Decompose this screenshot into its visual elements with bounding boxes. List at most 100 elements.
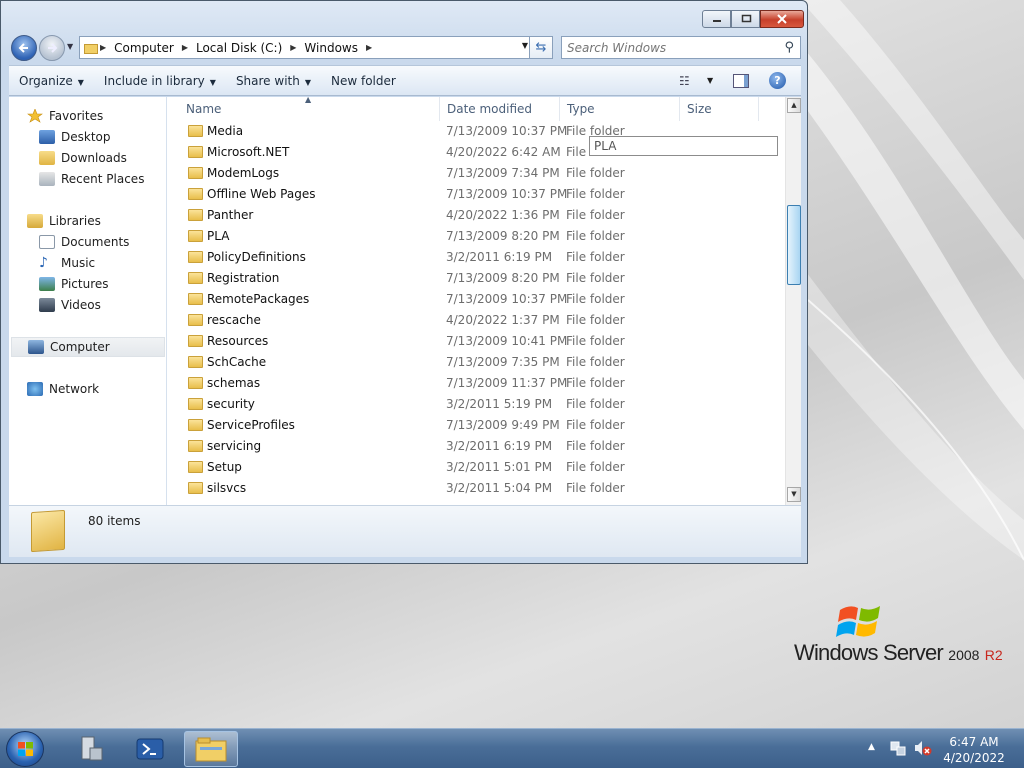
desktop-icon — [39, 130, 55, 144]
folder-icon — [188, 251, 203, 263]
libraries-icon — [27, 214, 43, 228]
sort-ascending-icon: ▲ — [305, 97, 312, 104]
search-input[interactable] — [562, 37, 772, 58]
command-bar: Organize ▼ Include in library ▼ Share with… — [9, 65, 801, 96]
table-row[interactable]: Resources 7/13/2009 10:41 PM File folder — [168, 331, 785, 352]
file-name: ModemLogs — [207, 166, 280, 180]
chevron-down-icon: ▼ — [209, 77, 216, 87]
include-in-library-button[interactable]: Include in library ▼ — [94, 74, 226, 88]
table-row[interactable]: SchCache 7/13/2009 7:35 PM File folder — [168, 352, 785, 373]
folder-icon — [188, 209, 203, 221]
windows-logo-icon — [18, 742, 33, 756]
search-box[interactable]: ⚲ — [561, 36, 801, 59]
start-button[interactable] — [6, 731, 44, 767]
breadcrumb-windows[interactable]: Windows — [298, 41, 364, 55]
nav-downloads[interactable]: Downloads — [39, 148, 127, 168]
volume-muted-icon[interactable] — [914, 740, 932, 756]
nav-network[interactable]: Network — [27, 379, 99, 399]
nav-recent-places-label: Recent Places — [61, 172, 145, 186]
taskbar-powershell[interactable] — [123, 731, 177, 767]
column-date-modified[interactable]: Date modified — [439, 97, 560, 121]
file-type: File folder — [566, 334, 625, 348]
nav-favorites-label: Favorites — [49, 109, 104, 123]
nav-pictures[interactable]: Pictures — [39, 274, 109, 294]
organize-button[interactable]: Organize ▼ — [9, 74, 94, 88]
table-row[interactable]: schemas 7/13/2009 11:37 PM File folder — [168, 373, 785, 394]
file-name: ServiceProfiles — [207, 418, 295, 432]
table-row[interactable]: rescache 4/20/2022 1:37 PM File folder — [168, 310, 785, 331]
folder-icon — [188, 461, 203, 473]
table-row[interactable]: Panther 4/20/2022 1:36 PM File folder — [168, 205, 785, 226]
folder-icon — [188, 125, 203, 137]
minimize-button[interactable] — [702, 10, 731, 28]
downloads-icon — [39, 151, 55, 165]
preview-pane-icon[interactable] — [733, 74, 749, 88]
nav-videos[interactable]: Videos — [39, 295, 101, 315]
chevron-right-icon[interactable]: ▶ — [364, 43, 374, 52]
new-folder-label: New folder — [331, 73, 396, 88]
share-with-button[interactable]: Share with ▼ — [226, 74, 321, 88]
chevron-right-icon[interactable]: ▶ — [98, 43, 108, 52]
search-icon[interactable]: ⚲ — [784, 40, 794, 55]
help-icon[interactable]: ? — [769, 72, 786, 89]
table-row[interactable]: RemotePackages 7/13/2009 10:37 PM File fol… — [168, 289, 785, 310]
refresh-button[interactable]: ⇆ — [529, 36, 553, 59]
vertical-scrollbar[interactable]: ▲ ▼ — [785, 97, 801, 505]
change-view-icon[interactable]: ☷ — [679, 74, 690, 88]
scroll-thumb[interactable] — [787, 205, 801, 285]
taskbar-windows-explorer[interactable] — [184, 731, 238, 767]
table-row[interactable]: Setup 3/2/2011 5:01 PM File folder — [168, 457, 785, 478]
nav-favorites[interactable]: Favorites — [27, 106, 103, 126]
forward-button[interactable] — [39, 35, 65, 61]
navigation-pane: Favorites Desktop Downloads Recent Place… — [9, 97, 167, 505]
breadcrumb-computer[interactable]: Computer — [108, 41, 180, 55]
nav-videos-label: Videos — [61, 298, 101, 312]
folder-icon — [31, 509, 65, 553]
folder-icon — [188, 146, 203, 158]
videos-icon — [39, 298, 55, 312]
chevron-down-icon[interactable]: ▼ — [707, 76, 713, 85]
nav-computer[interactable]: Computer — [11, 337, 165, 357]
file-date-modified: 7/13/2009 10:37 PM — [446, 187, 568, 201]
nav-libraries[interactable]: Libraries — [27, 211, 101, 231]
file-date-modified: 7/13/2009 7:34 PM — [446, 166, 560, 180]
taskbar-server-manager[interactable] — [62, 731, 116, 767]
file-name: Registration — [207, 271, 280, 285]
file-date-modified: 7/13/2009 11:37 PM — [446, 376, 568, 390]
address-bar[interactable]: ▶ Computer ▶ Local Disk (C:) ▶ Windows ▶… — [79, 36, 533, 59]
table-row[interactable]: servicing 3/2/2011 6:19 PM File folder — [168, 436, 785, 457]
table-row[interactable]: silsvcs 3/2/2011 5:04 PM File folder — [168, 478, 785, 499]
table-row[interactable]: Registration 7/13/2009 8:20 PM File folder — [168, 268, 785, 289]
chevron-right-icon[interactable]: ▶ — [180, 43, 190, 52]
scroll-up-button[interactable]: ▲ — [787, 98, 801, 113]
show-hidden-icons-icon[interactable]: ▲ — [868, 742, 875, 752]
table-row[interactable]: ServiceProfiles 7/13/2009 9:49 PM File fol… — [168, 415, 785, 436]
file-type: File folder — [566, 187, 625, 201]
close-button[interactable] — [760, 10, 804, 28]
chevron-down-icon[interactable]: ▼ — [522, 41, 528, 50]
system-clock[interactable]: 6:47 AM 4/20/2022 — [940, 734, 1008, 766]
network-status-icon[interactable] — [890, 740, 906, 756]
nav-documents[interactable]: Documents — [39, 232, 129, 252]
nav-music[interactable]: ♪ Music — [39, 253, 95, 273]
restore-icon — [741, 14, 751, 23]
clock-date: 4/20/2022 — [943, 751, 1005, 765]
breadcrumb-local-disk[interactable]: Local Disk (C:) — [190, 41, 288, 55]
column-size[interactable]: Size — [679, 97, 759, 121]
file-name: PLA — [207, 229, 230, 243]
maximize-button[interactable] — [731, 10, 760, 28]
nav-recent-places[interactable]: Recent Places — [39, 169, 144, 189]
chevron-right-icon[interactable]: ▶ — [288, 43, 298, 52]
table-row[interactable]: PLA 7/13/2009 8:20 PM File folder — [168, 226, 785, 247]
table-row[interactable]: security 3/2/2011 5:19 PM File folder — [168, 394, 785, 415]
column-type[interactable]: Type — [559, 97, 680, 121]
scroll-down-button[interactable]: ▼ — [787, 487, 801, 502]
new-folder-button[interactable]: New folder — [321, 74, 406, 88]
file-date-modified: 7/13/2009 8:20 PM — [446, 229, 560, 243]
recent-pages-dropdown-icon[interactable]: ▼ — [67, 42, 73, 51]
table-row[interactable]: ModemLogs 7/13/2009 7:34 PM File folder — [168, 163, 785, 184]
nav-desktop[interactable]: Desktop — [39, 127, 111, 147]
table-row[interactable]: PolicyDefinitions 3/2/2011 6:19 PM File fo… — [168, 247, 785, 268]
table-row[interactable]: Offline Web Pages 7/13/2009 10:37 PM File … — [168, 184, 785, 205]
back-button[interactable] — [11, 35, 37, 61]
